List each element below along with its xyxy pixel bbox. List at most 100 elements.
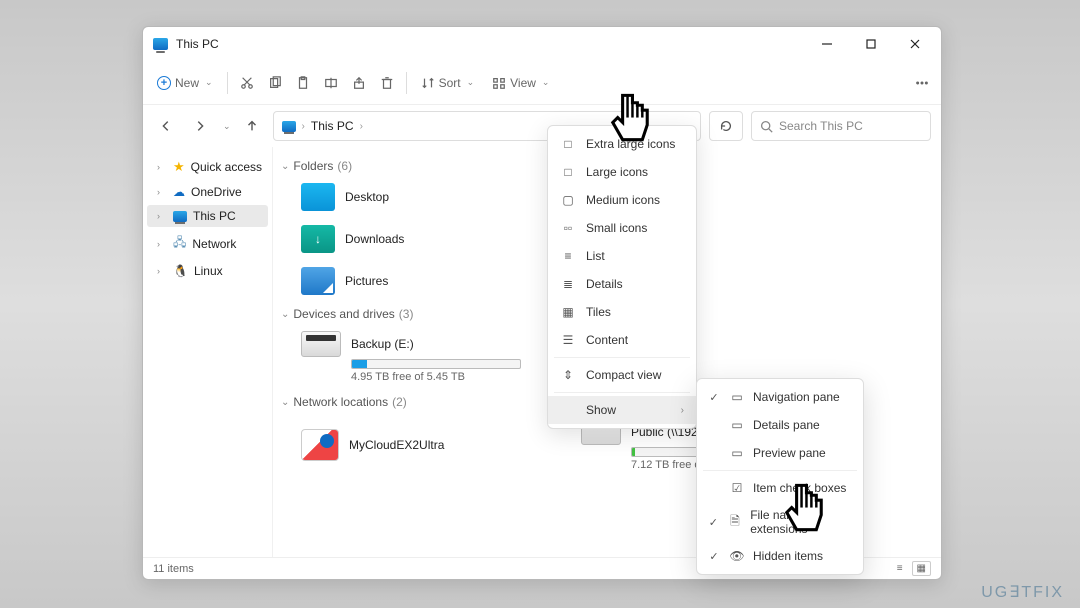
menu-label: Compact view — [586, 368, 661, 382]
folder-label: Desktop — [345, 190, 389, 204]
menu-label: Navigation pane — [753, 390, 840, 404]
menu-label: Medium icons — [586, 193, 660, 207]
toolbar: + New ⌄ Sort ⌄ View ⌄ — [143, 61, 941, 105]
menu-label: Content — [586, 333, 628, 347]
chevron-right-icon: › — [681, 405, 684, 416]
menu-label: List — [586, 249, 605, 263]
more-button[interactable] — [909, 70, 935, 96]
drive-meta: 4.95 TB free of 5.45 TB — [351, 371, 541, 383]
show-submenu: ✓▭Navigation pane ▭Details pane ▭Preview… — [696, 378, 864, 575]
rename-button[interactable] — [318, 70, 344, 96]
sidebar-item-thispc[interactable]: › This PC — [147, 205, 268, 227]
menu-details[interactable]: ≣Details — [548, 270, 696, 298]
menu-label: Large icons — [586, 165, 648, 179]
view-button[interactable]: View ⌄ — [484, 72, 557, 94]
cut-button[interactable] — [234, 70, 260, 96]
folder-icon — [301, 267, 335, 295]
folder-icon — [301, 183, 335, 211]
network-icon: 🖧 — [173, 233, 186, 254]
menu-label: Details — [586, 277, 623, 291]
netloc-icon — [301, 429, 339, 461]
menu-label: Small icons — [586, 221, 647, 235]
search-placeholder: Search This PC — [779, 119, 863, 133]
menu-content[interactable]: ☰Content — [548, 326, 696, 354]
thispc-icon — [173, 211, 187, 222]
maximize-button[interactable] — [849, 29, 893, 59]
menu-show[interactable]: Show› — [548, 396, 696, 424]
view-menu: □Extra large icons □Large icons ▢Medium … — [547, 125, 697, 429]
menu-small-icons[interactable]: ▫▫Small icons — [548, 214, 696, 242]
group-name: Folders — [293, 159, 333, 173]
submenu-details-pane[interactable]: ▭Details pane — [697, 411, 863, 439]
sidebar: ›★ Quick access ›☁ OneDrive › This PC ›🖧… — [143, 147, 273, 557]
back-button[interactable] — [153, 113, 179, 139]
cloud-icon: ☁ — [173, 185, 185, 199]
group-name: Network locations — [293, 395, 388, 409]
submenu-hidden-items[interactable]: ✓👁Hidden items — [697, 542, 863, 570]
up-button[interactable] — [239, 113, 265, 139]
menu-list[interactable]: ≡List — [548, 242, 696, 270]
sidebar-item-label: Network — [192, 237, 236, 251]
menu-label: Hidden items — [753, 549, 823, 563]
copy-button[interactable] — [262, 70, 288, 96]
group-count: (3) — [399, 307, 414, 321]
netloc-mycloud[interactable]: MyCloudEX2Ultra — [281, 415, 561, 475]
thispc-icon — [153, 38, 168, 50]
refresh-button[interactable] — [709, 111, 743, 141]
menu-label: Extra large icons — [586, 137, 675, 151]
folder-label: Downloads — [345, 232, 404, 246]
drive-label: Backup (E:) — [351, 337, 414, 351]
sort-button[interactable]: Sort ⌄ — [413, 72, 483, 94]
sidebar-item-label: Linux — [194, 264, 223, 278]
paste-button[interactable] — [290, 70, 316, 96]
drive-capacity-bar — [351, 359, 521, 369]
window-title: This PC — [176, 37, 219, 51]
menu-large-icons[interactable]: □Large icons — [548, 158, 696, 186]
close-button[interactable] — [893, 29, 937, 59]
sidebar-item-linux[interactable]: ›🐧 Linux — [147, 260, 268, 282]
submenu-preview-pane[interactable]: ▭Preview pane — [697, 439, 863, 467]
sidebar-item-quickaccess[interactable]: ›★ Quick access — [147, 155, 268, 179]
group-count: (6) — [337, 159, 352, 173]
submenu-item-check-boxes[interactable]: ☑Item check boxes — [697, 474, 863, 502]
view-toggle[interactable]: ≡ ▦ — [892, 561, 931, 576]
details-view-icon[interactable]: ≡ — [892, 561, 908, 576]
forward-button[interactable] — [187, 113, 213, 139]
chevron-right-icon: › — [302, 121, 305, 132]
folder-label: Pictures — [345, 274, 388, 288]
menu-tiles[interactable]: ▦Tiles — [548, 298, 696, 326]
drive-backup[interactable]: Backup (E:) 4.95 TB free of 5.45 TB — [281, 327, 561, 387]
history-dropdown[interactable]: ⌄ — [223, 121, 231, 132]
search-input[interactable]: Search This PC — [751, 111, 931, 141]
menu-compact-view[interactable]: ⇕Compact view — [548, 361, 696, 389]
sidebar-item-label: This PC — [193, 209, 236, 223]
menu-label: Item check boxes — [753, 481, 846, 495]
chevron-right-icon: › — [360, 121, 363, 132]
watermark: UG∃TFIX — [981, 582, 1064, 602]
view-label: View — [510, 76, 536, 90]
sidebar-item-label: OneDrive — [191, 185, 242, 199]
submenu-file-extensions[interactable]: ✓🗎File name extensions — [697, 502, 863, 542]
breadcrumb[interactable]: This PC — [311, 119, 354, 133]
share-button[interactable] — [346, 70, 372, 96]
folder-icon: ↓ — [301, 225, 335, 253]
drive-icon — [301, 331, 341, 357]
submenu-navigation-pane[interactable]: ✓▭Navigation pane — [697, 383, 863, 411]
chevron-down-icon: ⌄ — [281, 161, 289, 172]
group-count: (2) — [392, 395, 407, 409]
address-thispc-icon — [282, 121, 296, 132]
star-icon: ★ — [173, 159, 185, 175]
new-label: New — [175, 76, 199, 90]
sidebar-item-network[interactable]: ›🖧 Network — [147, 229, 268, 258]
sidebar-item-onedrive[interactable]: ›☁ OneDrive — [147, 181, 268, 203]
address-row: ⌄ › This PC › Search This PC — [143, 105, 941, 147]
menu-label: File name extensions — [750, 508, 853, 536]
delete-button[interactable] — [374, 70, 400, 96]
minimize-button[interactable] — [805, 29, 849, 59]
new-button[interactable]: + New ⌄ — [149, 72, 221, 94]
tiles-view-icon[interactable]: ▦ — [912, 561, 931, 576]
status-item-count: 11 items — [153, 563, 194, 575]
chevron-down-icon: ⌄ — [281, 309, 289, 320]
menu-extra-large-icons[interactable]: □Extra large icons — [548, 130, 696, 158]
menu-medium-icons[interactable]: ▢Medium icons — [548, 186, 696, 214]
